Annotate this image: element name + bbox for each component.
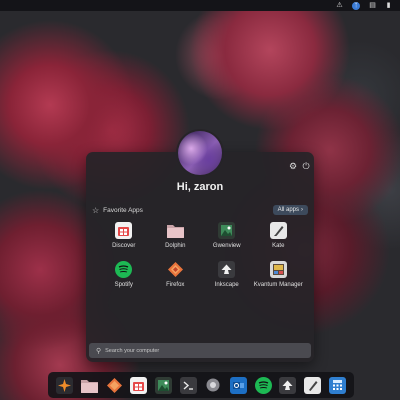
greeting-title: Hi, zaron xyxy=(176,181,224,193)
bluetooth-icon[interactable]: ᛉ xyxy=(352,1,360,10)
settings-icon[interactable] xyxy=(205,377,222,394)
app-label: Kvantum Manager xyxy=(253,281,303,288)
app-label: Gwenview xyxy=(212,243,241,249)
spotify-icon xyxy=(115,260,133,278)
app-kate[interactable]: Kate xyxy=(253,222,305,251)
outlook-icon[interactable] xyxy=(229,376,247,394)
gwenview-icon xyxy=(218,222,236,239)
top-panel: ⚠ ᛉ ▤ ▮ xyxy=(0,0,400,11)
app-kvantum-manager[interactable]: Kvantum Manager xyxy=(253,260,305,290)
kde-launcher-icon[interactable] xyxy=(55,376,73,394)
star-icon: ☆ xyxy=(92,206,100,215)
app-spotify[interactable]: Spotify xyxy=(98,260,150,290)
app-inkscape[interactable]: Inkscape xyxy=(201,260,253,290)
all-apps-button[interactable]: All apps › xyxy=(272,205,308,215)
search-input[interactable]: ⚲ Search your computer xyxy=(89,343,311,358)
search-placeholder: Search your computer xyxy=(105,347,160,354)
discover-icon[interactable] xyxy=(130,376,148,394)
app-gwenview[interactable]: Gwenview xyxy=(201,222,253,251)
dolphin-icon[interactable] xyxy=(80,377,98,394)
folder-icon xyxy=(166,222,184,239)
kate-icon[interactable] xyxy=(304,376,322,394)
discover-icon xyxy=(115,222,133,239)
battery-icon[interactable]: ▮ xyxy=(385,2,392,9)
terminal-icon[interactable] xyxy=(180,376,198,394)
search-icon: ⚲ xyxy=(96,347,102,355)
firefox-icon xyxy=(167,261,184,278)
all-apps-label: All apps xyxy=(277,207,299,213)
notifications-icon[interactable]: ⚠ xyxy=(336,2,343,9)
calculator-icon[interactable] xyxy=(329,376,347,394)
chevron-right-icon: › xyxy=(301,207,303,213)
favorites-header: ☆ Favorite Apps All apps › xyxy=(92,205,312,216)
app-dolphin[interactable]: Dolphin xyxy=(150,222,202,251)
app-label: Inkscape xyxy=(214,281,239,288)
gear-icon[interactable]: ⚙ xyxy=(288,161,298,171)
app-firefox[interactable]: Firefox xyxy=(150,261,202,290)
inkscape-icon xyxy=(218,260,236,278)
gwenview-icon[interactable] xyxy=(155,376,173,394)
favorites-label: Favorite Apps xyxy=(103,207,143,214)
app-label: Kate xyxy=(272,243,285,249)
power-icon[interactable]: ⏻ xyxy=(301,161,311,171)
app-label: Discover xyxy=(112,243,136,249)
app-discover[interactable]: Discover xyxy=(98,222,150,251)
favorite-apps-grid: Discover Dolphin Gwenview Kate Spotify F… xyxy=(98,222,304,289)
dock xyxy=(48,372,354,398)
clipboard-icon[interactable]: ▤ xyxy=(369,2,376,9)
inkscape-icon[interactable] xyxy=(279,376,297,394)
app-label: Spotify xyxy=(114,281,133,288)
kvantum-icon xyxy=(269,260,287,278)
app-label: Firefox xyxy=(166,281,185,288)
kate-icon xyxy=(269,222,287,239)
spotify-icon[interactable] xyxy=(254,376,272,394)
avatar[interactable] xyxy=(178,131,222,175)
app-label: Dolphin xyxy=(165,243,186,249)
firefox-icon[interactable] xyxy=(106,377,123,394)
